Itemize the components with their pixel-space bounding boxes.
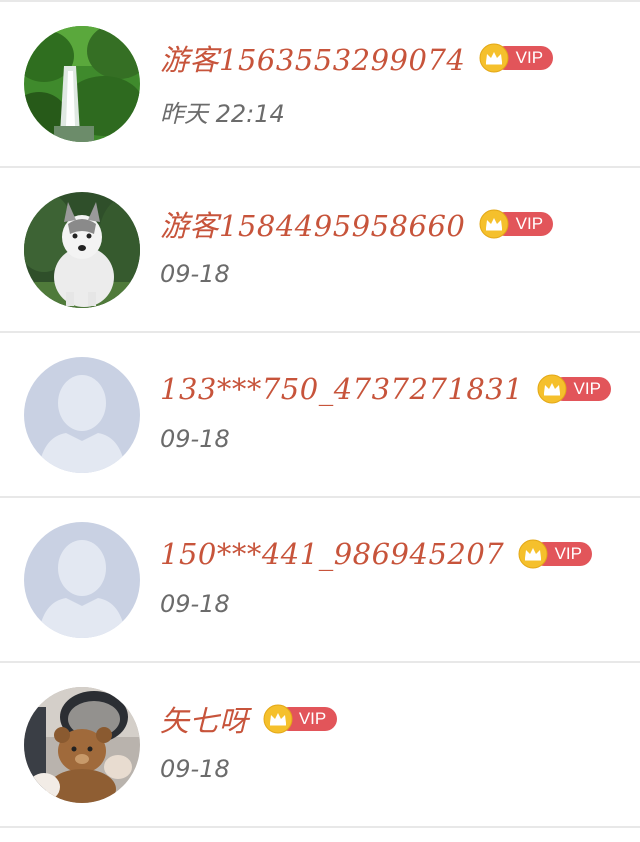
name-line: 133***750_4737271831 VIP [160,367,612,411]
list-item[interactable]: 矢七呀 VIP 09-18 [0,663,640,827]
list-item[interactable]: 150***441_986945207 VIP 09-18 [0,498,640,662]
crown-icon [263,704,293,734]
name-line: 游客1584495958660 VIP [160,202,554,246]
name-line: 矢七呀 VIP [160,697,337,741]
default-person-avatar[interactable] [24,522,140,638]
crown-icon [537,374,567,404]
timestamp: 09-18 [160,425,230,453]
waterfall-photo-avatar[interactable] [24,26,140,142]
timestamp: 09-18 [160,755,230,783]
crown-icon [479,43,509,73]
crown-icon [518,539,548,569]
timestamp: 昨天 22:14 [160,100,285,128]
name-line: 150***441_986945207 VIP [160,532,593,576]
divider [0,826,640,828]
user-name[interactable]: 133***750_4737271831 [160,372,523,406]
list-item[interactable]: 游客1563553299074 VIP 昨天 22:14 [0,2,640,166]
user-name[interactable]: 150***441_986945207 [160,537,504,571]
list-item[interactable]: 游客1584495958660 VIP 09-18 [0,168,640,332]
timestamp: 09-18 [160,590,230,618]
crown-icon [479,209,509,239]
user-name[interactable]: 矢七呀 [160,698,249,740]
vip-badge: VIP [479,209,554,239]
user-name[interactable]: 游客1584495958660 [160,203,465,245]
husky-photo-avatar[interactable] [24,192,140,308]
vip-badge: VIP [537,374,612,404]
teddy-bear-photo-avatar[interactable] [24,687,140,803]
default-person-avatar[interactable] [24,357,140,473]
vip-badge: VIP [518,539,593,569]
user-list: 游客1563553299074 VIP 昨天 22:14 游客158449595… [0,0,640,842]
user-name[interactable]: 游客1563553299074 [160,37,465,79]
vip-badge: VIP [479,43,554,73]
timestamp: 09-18 [160,260,230,288]
list-item[interactable]: 133***750_4737271831 VIP 09-18 [0,333,640,497]
vip-badge: VIP [263,704,337,734]
name-line: 游客1563553299074 VIP [160,36,554,80]
